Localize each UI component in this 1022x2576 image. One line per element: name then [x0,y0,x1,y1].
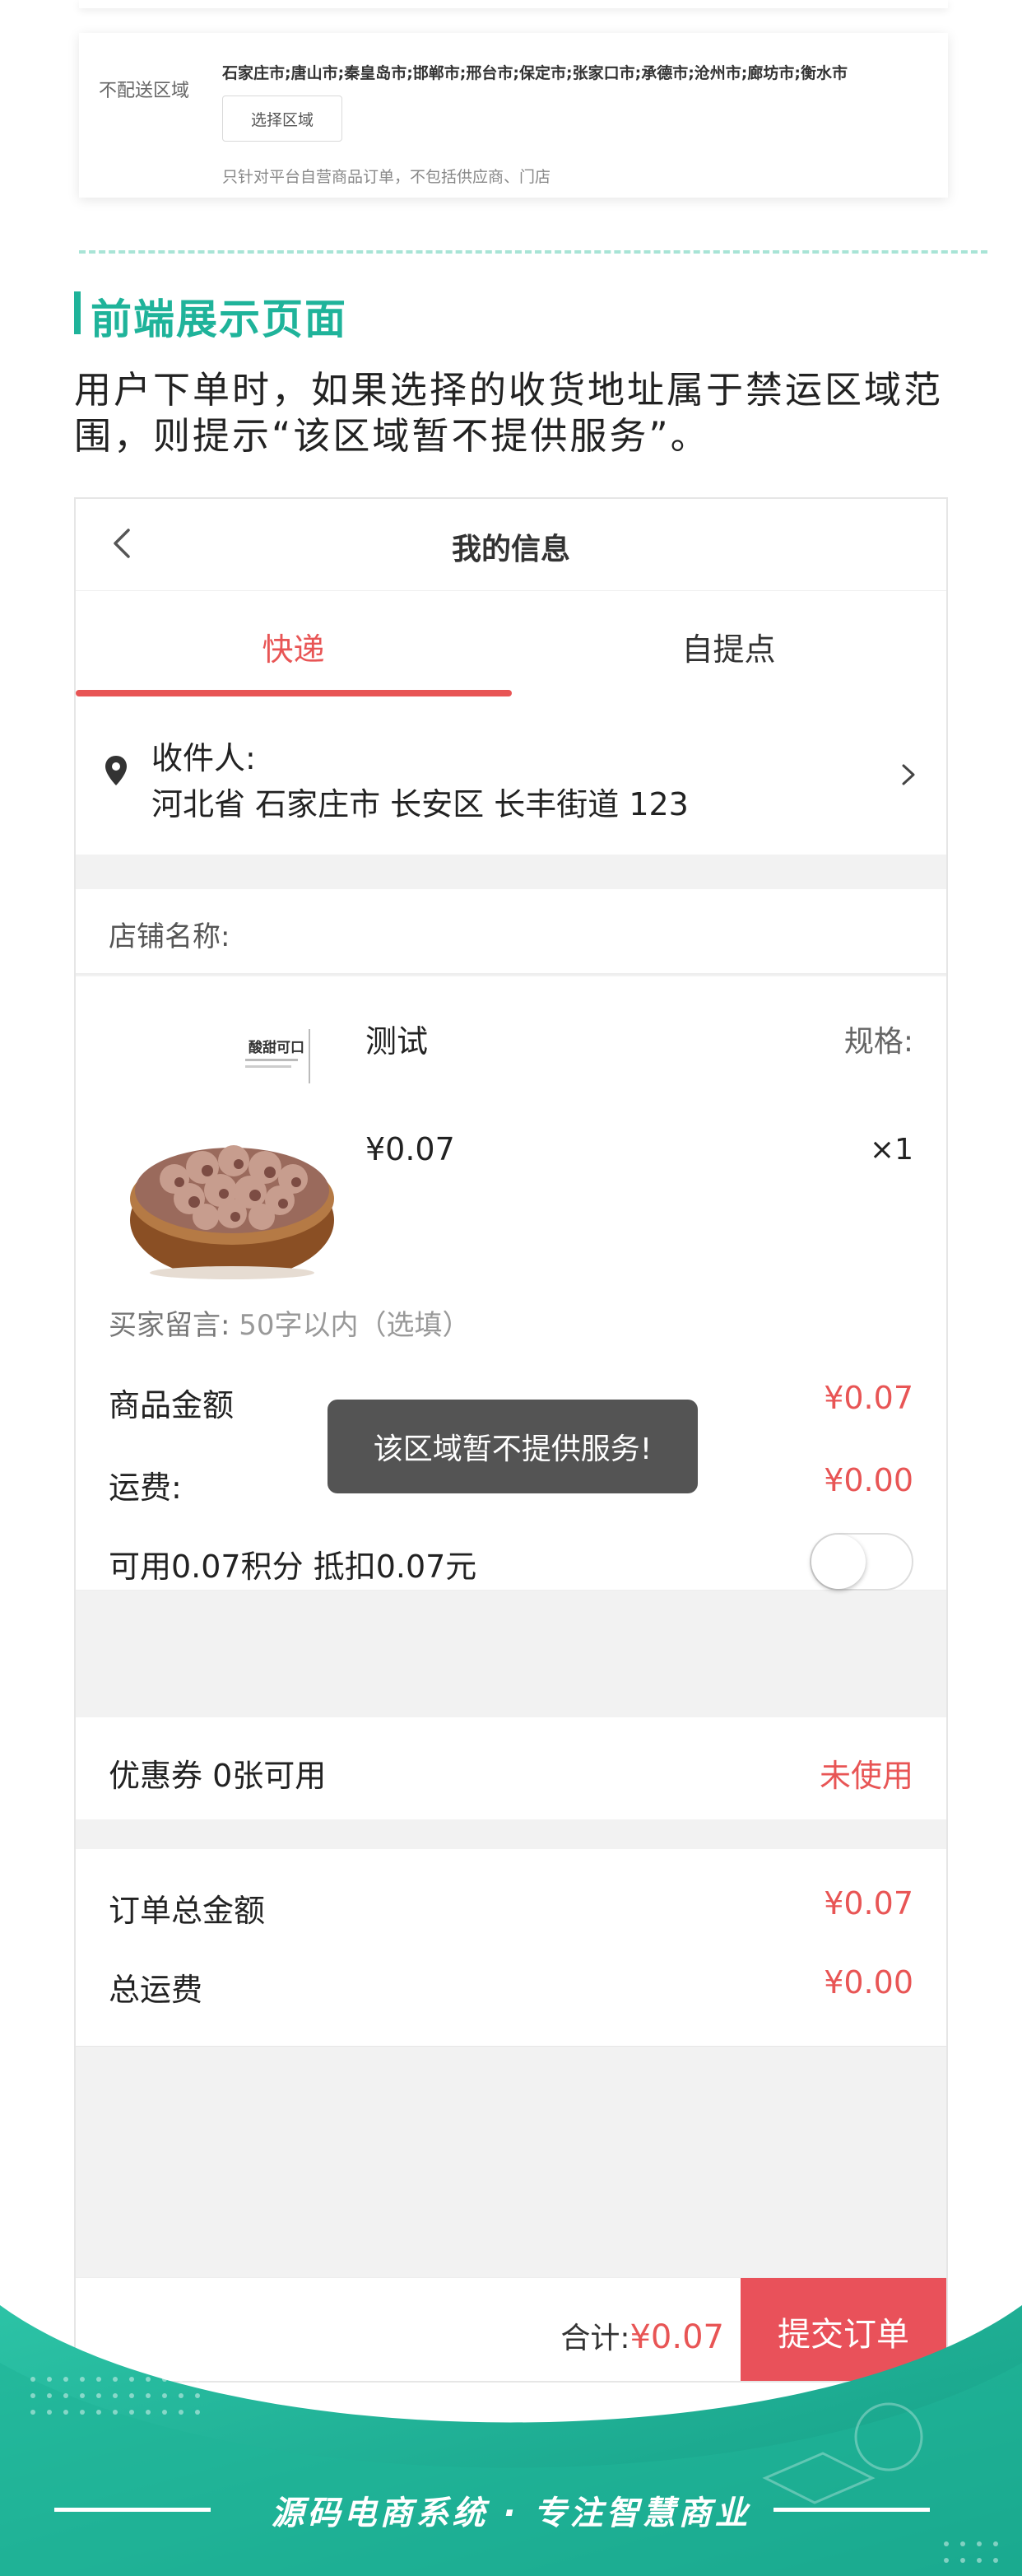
order-total-label: 订单总金额 [109,1893,266,1929]
section-description: 用户下单时，如果选择的收货地址属于禁运区域范围，则提示“该区域暂不提供服务”。 [74,368,944,458]
buyer-message-field[interactable]: 买家留言: 50字以内（选填） [109,1302,471,1343]
excluded-cities-text: 石家庄市;唐山市;秦皇岛市;邯郸市;邢台市;保定市;张家口市;承德市;沧州市;廊… [222,64,848,82]
goods-amount-value: ¥0.07 [824,1380,913,1416]
goods-card: 酸甜可口 测试 规格: ¥0.07 ×1 买家留言: 50字以内（选填） [76,976,946,1360]
location-pin-icon [105,756,127,785]
freight-value: ¥0.00 [824,1462,913,1498]
delivery-tabs: 快递 自提点 [76,591,946,698]
section-title: 前端展示页面 [91,296,347,343]
buyer-message-label: 买家留言: [109,1309,230,1342]
previous-card-edge [79,0,948,8]
no-delivery-area-label: 不配送区域 [99,81,190,101]
dashed-divider [79,250,987,254]
nav-bar: 我的信息 [76,499,946,591]
freight-label: 运费: [109,1470,182,1506]
phone-screen: 我的信息 快递 自提点 收件人: 河北省 石家庄市 长安区 长丰街道 123 店… [74,497,948,2383]
tab-pickup-point[interactable]: 自提点 [511,624,946,669]
shop-name-label: 店铺名称: [109,920,230,953]
section-title-bar [74,291,81,334]
product-image: 酸甜可口 [109,1004,355,1284]
config-note: 只针对平台自营商品订单，不包括供应商、门店 [222,168,551,186]
product-price: ¥0.07 [365,1131,455,1167]
goods-amount-label: 商品金额 [109,1387,235,1423]
points-toggle[interactable] [810,1533,913,1591]
coupon-status: 未使用 [819,1758,913,1794]
product-quantity: ×1 [869,1133,913,1167]
page-title: 我的信息 [451,533,570,566]
service-unavailable-toast: 该区域暂不提供服务! [328,1400,698,1493]
toggle-knob [811,1535,866,1589]
coupon-label: 优惠券 0张可用 [109,1758,327,1794]
buyer-message-placeholder: 50字以内（选填） [239,1309,471,1342]
product-name: 测试 [365,1023,429,1060]
freight-total-label: 总运费 [109,1972,203,2008]
coupon-row[interactable]: 优惠券 0张可用 未使用 [76,1717,946,1819]
chevron-right-icon [902,764,915,785]
product-spec-label: 规格: [843,1025,913,1059]
freight-total-value: ¥0.00 [824,1964,913,2001]
product-image-caption: 酸甜可口 [249,1039,304,1056]
active-tab-indicator [76,690,512,696]
order-total-value: ¥0.07 [824,1885,913,1922]
totals-section: 订单总金额 ¥0.07 总运费 ¥0.00 [76,1849,946,2047]
points-deduction-label: 可用0.07积分 抵扣0.07元 [109,1549,477,1585]
shop-row: 店铺名称: [76,889,946,975]
address-card[interactable]: 收件人: 河北省 石家庄市 长安区 长丰街道 123 [76,698,946,855]
address-line: 河北省 石家庄市 长安区 长丰街道 123 [151,786,689,822]
footer-slogan: 源码电商系统 · 专注智慧商业 [271,2494,751,2532]
receiver-label: 收件人: [151,740,256,776]
select-area-button[interactable]: 选择区域 [222,95,342,142]
tab-express[interactable]: 快递 [76,624,511,669]
